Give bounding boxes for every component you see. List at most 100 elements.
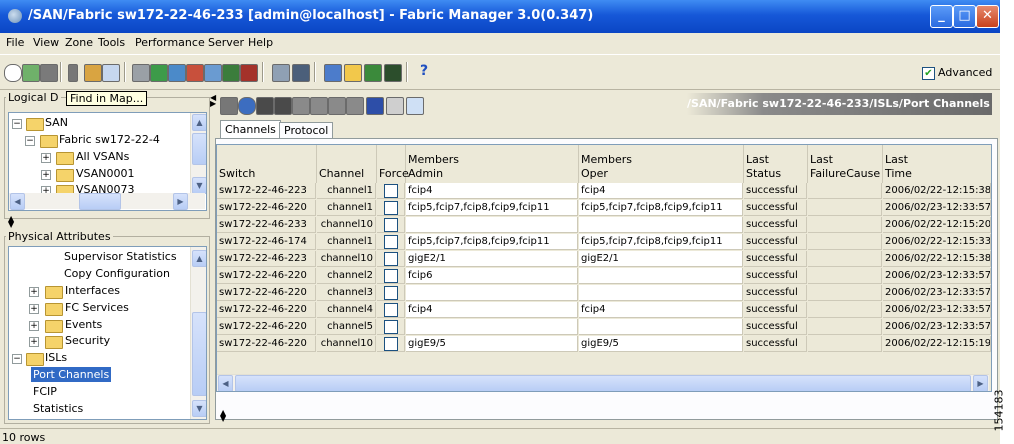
cell-last-failurecause[interactable]: [808, 183, 882, 199]
wizard-icon[interactable]: [222, 64, 240, 82]
cell-last-status[interactable]: successful: [744, 268, 807, 284]
menu-server[interactable]: Server: [208, 36, 244, 49]
force-checkbox[interactable]: [383, 184, 398, 198]
cell-switch[interactable]: sw172-22-46-223: [217, 183, 316, 199]
cell-force[interactable]: [377, 251, 405, 267]
menu-zone[interactable]: Zone: [65, 36, 93, 49]
hscroll-thumb[interactable]: [235, 375, 971, 391]
force-checkbox[interactable]: [383, 320, 398, 334]
scroll-up-icon[interactable]: ▲: [192, 114, 206, 131]
cell-switch[interactable]: sw172-22-46-220: [217, 302, 316, 318]
cell-last-failurecause[interactable]: [808, 234, 882, 250]
cell-last-time[interactable]: 2006/02/22-12:15:19: [883, 336, 991, 352]
device-icon[interactable]: [68, 64, 78, 82]
discover-icon[interactable]: [22, 64, 40, 82]
undo-icon[interactable]: [346, 97, 364, 115]
force-checkbox[interactable]: [383, 286, 398, 300]
cell-members-admin[interactable]: fcip4: [406, 302, 578, 318]
tree-item-isls[interactable]: − ISLs: [9, 350, 189, 366]
cell-members-oper[interactable]: [579, 217, 743, 233]
menu-view[interactable]: View: [33, 36, 59, 49]
force-checkbox[interactable]: [383, 235, 398, 249]
cell-switch[interactable]: sw172-22-46-220: [217, 336, 316, 352]
tab-channels[interactable]: Channels: [220, 120, 281, 140]
tree-item-san[interactable]: − SAN: [9, 115, 189, 131]
cell-force[interactable]: [377, 285, 405, 301]
cell-members-admin[interactable]: fcip5,fcip7,fcip8,fcip9,fcip11: [406, 200, 578, 216]
col-header-switch[interactable]: Switch: [217, 145, 317, 183]
cell-last-status[interactable]: successful: [744, 319, 807, 335]
scroll-thumb[interactable]: [192, 312, 206, 396]
tree-item-security[interactable]: + Security: [9, 333, 189, 349]
cell-last-time[interactable]: 2006/02/23-12:33:57: [883, 302, 991, 318]
cell-channel[interactable]: channel2: [317, 268, 376, 284]
cell-members-admin[interactable]: fcip4: [406, 183, 578, 199]
cell-channel[interactable]: channel1: [317, 234, 376, 250]
graph-icon[interactable]: [240, 64, 258, 82]
cell-switch[interactable]: sw172-22-46-223: [217, 251, 316, 267]
cell-last-failurecause[interactable]: [808, 217, 882, 233]
cell-last-failurecause[interactable]: [808, 251, 882, 267]
table-row[interactable]: sw172-22-46-174 channel1 fcip5,fcip7,fcip8…: [217, 234, 991, 251]
cell-last-status[interactable]: successful: [744, 251, 807, 267]
table-row[interactable]: sw172-22-46-223 channel1 fcip4 fcip4 success…: [217, 183, 991, 200]
cell-members-admin[interactable]: fcip5,fcip7,fcip8,fcip9,fcip11: [406, 234, 578, 250]
scroll-left-icon[interactable]: ◀: [218, 375, 233, 391]
vsan-icon[interactable]: [168, 64, 186, 82]
menu-performance[interactable]: Performance: [135, 36, 205, 49]
table-row[interactable]: sw172-22-46-220 channel4 fcip4 fcip4 success…: [217, 302, 991, 319]
cell-last-failurecause[interactable]: [808, 336, 882, 352]
cell-members-admin[interactable]: [406, 217, 578, 233]
cell-members-oper[interactable]: [579, 285, 743, 301]
users-icon[interactable]: [102, 64, 120, 82]
cell-force[interactable]: [377, 200, 405, 216]
tree-item-interfaces[interactable]: + Interfaces: [9, 283, 189, 299]
cell-switch[interactable]: sw172-22-46-220: [217, 268, 316, 284]
map-icon[interactable]: [272, 64, 290, 82]
hscroll-thumb[interactable]: [79, 193, 121, 210]
cell-last-status[interactable]: successful: [744, 285, 807, 301]
scroll-left-icon[interactable]: ◀: [10, 193, 25, 210]
zone-icon[interactable]: [150, 64, 168, 82]
refresh-icon[interactable]: [238, 97, 256, 115]
cell-members-admin[interactable]: gigE9/5: [406, 336, 578, 352]
col-header-members-oper[interactable]: Members Oper: [579, 145, 744, 183]
col-header-last-failurecause[interactable]: Last FailureCause: [808, 145, 883, 183]
cell-switch[interactable]: sw172-22-46-174: [217, 234, 316, 250]
scroll-thumb[interactable]: [192, 133, 206, 165]
security-icon[interactable]: [344, 64, 362, 82]
move-icon[interactable]: [328, 97, 346, 115]
cell-members-oper[interactable]: fcip4: [579, 302, 743, 318]
cell-last-failurecause[interactable]: [808, 268, 882, 284]
cell-channel[interactable]: channel1: [317, 200, 376, 216]
tree-item-all-vsans[interactable]: + All VSANs: [9, 149, 189, 165]
link-icon[interactable]: [132, 64, 150, 82]
menu-file[interactable]: File: [6, 36, 24, 49]
cell-last-status[interactable]: successful: [744, 183, 807, 199]
logical-tree-hscroll[interactable]: ◀ ▶: [9, 193, 205, 210]
cell-members-oper[interactable]: fcip5,fcip7,fcip8,fcip9,fcip11: [579, 200, 743, 216]
physical-tree-vscroll[interactable]: ▲ ▼: [190, 247, 206, 419]
cell-channel[interactable]: channel10: [317, 336, 376, 352]
open-icon[interactable]: [4, 64, 22, 82]
cell-last-time[interactable]: 2006/02/22-12:15:20: [883, 217, 991, 233]
table-row[interactable]: sw172-22-46-220 channel3 successful 2006/02…: [217, 285, 991, 302]
search-icon[interactable]: [292, 64, 310, 82]
logical-tree-vscroll[interactable]: ▲ ▼: [190, 113, 206, 194]
cell-last-time[interactable]: 2006/02/23-12:33:57: [883, 285, 991, 301]
col-header-force[interactable]: Force: [377, 145, 409, 183]
cell-last-time[interactable]: 2006/02/23-12:33:57: [883, 319, 991, 335]
cell-members-oper[interactable]: [579, 319, 743, 335]
help-icon[interactable]: ?: [420, 63, 428, 79]
cell-last-failurecause[interactable]: [808, 319, 882, 335]
force-checkbox[interactable]: [383, 269, 398, 283]
force-checkbox[interactable]: [383, 201, 398, 215]
cell-channel[interactable]: channel10: [317, 217, 376, 233]
cell-members-oper[interactable]: fcip5,fcip7,fcip8,fcip9,fcip11: [579, 234, 743, 250]
cell-last-time[interactable]: 2006/02/23-12:33:57: [883, 200, 991, 216]
scroll-down-icon[interactable]: ▼: [192, 177, 206, 194]
edit-icon[interactable]: [204, 64, 222, 82]
cell-last-status[interactable]: successful: [744, 336, 807, 352]
force-checkbox[interactable]: [383, 218, 398, 232]
cell-force[interactable]: [377, 183, 405, 199]
